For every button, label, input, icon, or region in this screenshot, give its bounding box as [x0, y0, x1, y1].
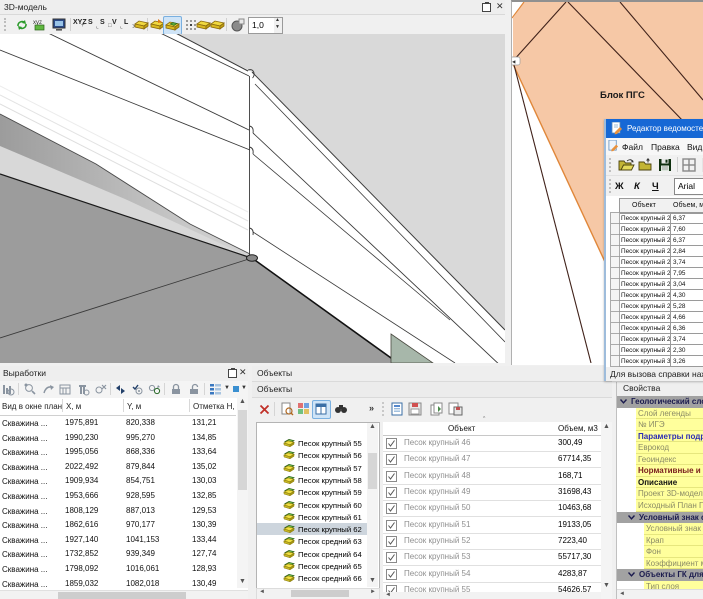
svg-text:Блок ПГС: Блок ПГС	[600, 90, 645, 101]
svg-text:◄: ◄	[512, 60, 516, 66]
